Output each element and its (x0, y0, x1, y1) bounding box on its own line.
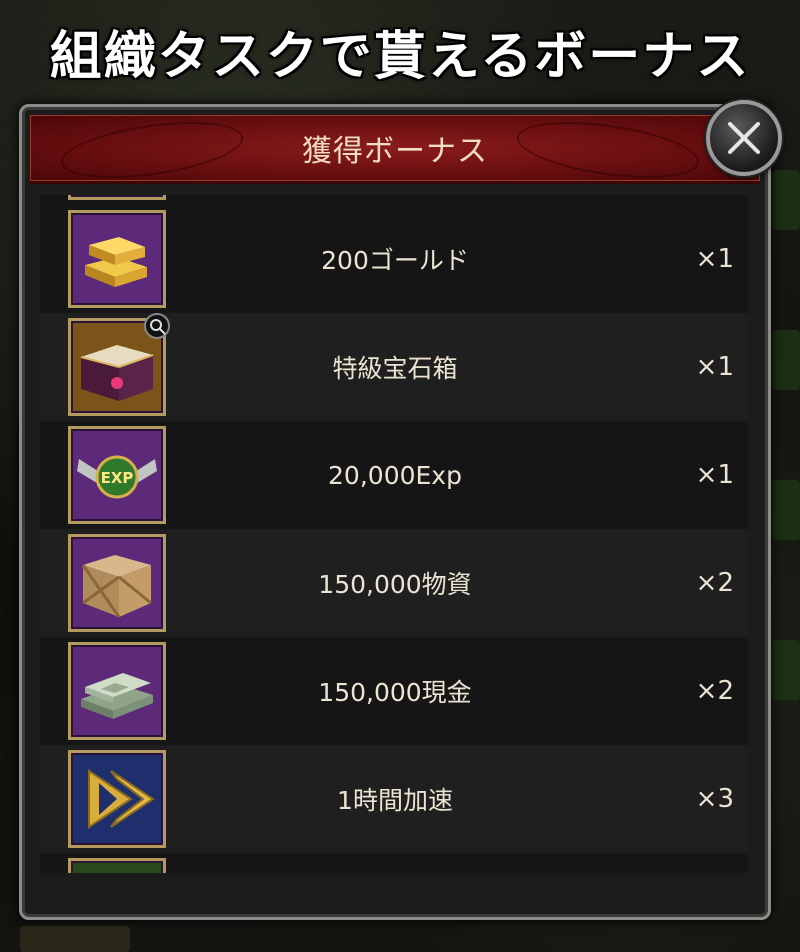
list-item[interactable]: EXP 20,000Exp ×1 (40, 421, 748, 529)
close-button[interactable] (706, 100, 782, 176)
item-thumb[interactable] (68, 750, 166, 848)
close-x-icon (728, 122, 760, 154)
item-name: 1時間加速 (337, 786, 453, 815)
item-thumb[interactable] (68, 534, 166, 632)
list-item[interactable]: 特級宝石箱 ×1 (40, 313, 748, 421)
list-item[interactable]: 150,000現金 ×2 (40, 637, 748, 745)
item-name: 150,000現金 (318, 678, 472, 707)
item-quantity: ×1 (695, 244, 734, 274)
dialog-title: 獲得ボーナス (302, 134, 488, 169)
exp-badge-icon: EXP (77, 455, 157, 499)
dialog-footer (40, 873, 748, 903)
item-thumb[interactable] (68, 642, 166, 740)
item-quantity: ×1 (695, 352, 734, 382)
magnifier-icon[interactable] (144, 313, 170, 339)
item-quantity: ×2 (695, 568, 734, 598)
item-name: 20,000Exp (328, 460, 462, 490)
gold-bars-icon (85, 237, 147, 287)
item-name: 200ゴールド (321, 246, 469, 275)
bg-green-strip (772, 330, 800, 390)
speedup-arrow-icon (88, 769, 155, 829)
item-name: 特級宝石箱 (332, 354, 458, 383)
item-name: 150,000物資 (318, 570, 472, 599)
bg-green-strip (772, 480, 800, 540)
item-thumb[interactable]: EXP (68, 426, 166, 524)
item-quantity: ×2 (695, 676, 734, 706)
reward-list[interactable]: 200ゴールド ×1 特級宝石箱 ×1 EXP 20,000Exp ×1 150… (40, 195, 748, 873)
dialog-header: 獲得ボーナス (30, 115, 760, 184)
wooden-crate-icon (81, 555, 152, 618)
list-item-partial (40, 195, 748, 205)
cash-stack-icon (81, 673, 153, 719)
bg-decoration (20, 926, 130, 952)
list-item[interactable]: 150,000物資 ×2 (40, 529, 748, 637)
bg-green-strip (772, 170, 800, 230)
item-quantity: ×1 (695, 460, 734, 490)
bg-green-strip (772, 640, 800, 700)
item-thumb (68, 858, 166, 873)
item-thumb (68, 195, 166, 200)
headline-caption: 組織タスクで貰えるボーナス (49, 27, 751, 87)
list-item[interactable]: 1時間加速 ×3 (40, 745, 748, 853)
item-quantity: ×3 (695, 784, 734, 814)
list-item[interactable]: 200ゴールド ×1 (40, 205, 748, 313)
item-thumb[interactable] (68, 210, 166, 308)
list-item-partial (40, 853, 748, 873)
exp-badge-label: EXP (101, 469, 134, 487)
